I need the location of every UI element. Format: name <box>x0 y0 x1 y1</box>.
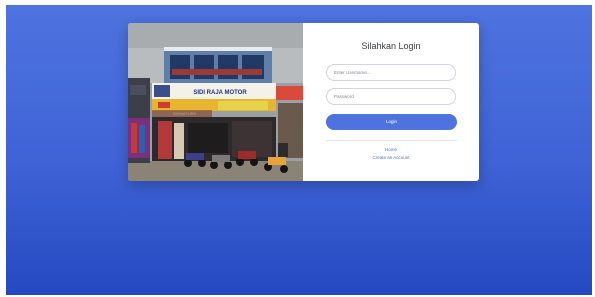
login-title: Silahkan Login <box>361 41 421 51</box>
shop-sign-main: SIDI RAJA MOTOR <box>193 90 247 96</box>
form-divider <box>326 140 457 141</box>
shop-photo-image: SIDI RAJA MOTOR SIGNATURE <box>128 23 303 181</box>
username-input[interactable] <box>326 64 456 81</box>
login-button[interactable]: Login <box>326 114 457 130</box>
shop-photo: SIDI RAJA MOTOR SIGNATURE <box>128 23 303 181</box>
register-link[interactable]: Create an Account <box>303 155 479 160</box>
login-card: SIDI RAJA MOTOR SIGNATURE <box>128 23 479 181</box>
login-form: Silahkan Login Login Home Create an Acco… <box>303 23 479 181</box>
home-link[interactable]: Home <box>303 147 479 152</box>
password-input[interactable] <box>326 88 456 105</box>
page-background: SIDI RAJA MOTOR SIGNATURE <box>6 5 592 295</box>
